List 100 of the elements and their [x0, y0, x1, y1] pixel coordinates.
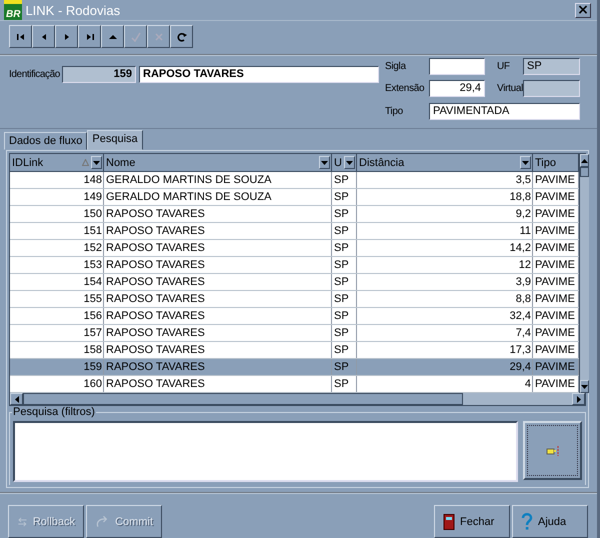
- scroll-thumb[interactable]: [23, 393, 463, 405]
- table-row[interactable]: 152 RAPOSO TAVARES SP 14,2 PAVIME: [10, 240, 579, 257]
- table-cell: PAVIME: [535, 242, 575, 254]
- dropdown-button[interactable]: [91, 156, 102, 169]
- table-cell: PAVIME: [535, 259, 575, 271]
- table-cell: PAVIME: [535, 378, 575, 390]
- tab[interactable]: Pesquisa: [87, 130, 143, 150]
- column-title: Nome: [106, 156, 136, 168]
- table-cell: 12: [518, 259, 531, 271]
- uf-field[interactable]: SP: [523, 58, 580, 75]
- field-label: Virtual: [496, 82, 523, 96]
- scroll-thumb[interactable]: [580, 167, 589, 177]
- close-button[interactable]: ×: [575, 2, 591, 18]
- table-cell: PAVIME: [535, 310, 575, 322]
- table-cell: RAPOSO TAVARES: [106, 242, 205, 254]
- table-cell: 149: [84, 191, 102, 203]
- vertical-scrollbar[interactable]: [579, 154, 589, 393]
- table-row[interactable]: 156 RAPOSO TAVARES SP 32,4 PAVIME: [10, 308, 579, 325]
- nav-button[interactable]: [78, 25, 101, 48]
- caret-icon: [522, 160, 529, 164]
- table-cell: 153: [84, 259, 102, 271]
- field-label: Identificação: [9, 68, 59, 80]
- table-row[interactable]: 159 RAPOSO TAVARES SP 29,4 PAVIME: [10, 359, 579, 376]
- field-label: Sigla: [385, 60, 407, 74]
- table-cell: SP: [334, 259, 349, 271]
- table-cell: 3,9: [516, 276, 531, 288]
- table-cell: RAPOSO TAVARES: [106, 344, 205, 356]
- field-label: Tipo: [385, 104, 404, 119]
- table-cell: RAPOSO TAVARES: [106, 378, 205, 390]
- action-button[interactable]: Fechar: [434, 505, 510, 538]
- virtual-field[interactable]: [523, 80, 580, 98]
- table-cell: RAPOSO TAVARES: [106, 259, 205, 271]
- table-cell: PAVIME: [535, 191, 575, 203]
- nav-button[interactable]: [170, 25, 193, 48]
- table-cell: SP: [334, 293, 349, 305]
- question-mark-icon: [521, 512, 533, 530]
- table-row[interactable]: 148 GERALDO MARTINS DE SOUZA SP 3,5 PAVIME: [10, 172, 579, 189]
- table-cell: SP: [334, 225, 349, 237]
- table-cell: PAVIME: [535, 174, 575, 186]
- door-icon: [443, 514, 455, 530]
- nav-button[interactable]: [9, 25, 32, 48]
- app-logo: BR: [4, 0, 22, 20]
- nav-button[interactable]: [32, 25, 55, 48]
- table-row[interactable]: 151 RAPOSO TAVARES SP 11 PAVIME: [10, 223, 579, 240]
- filter-text-area[interactable]: [13, 421, 518, 482]
- table-row[interactable]: 158 RAPOSO TAVARES SP 17,3 PAVIME: [10, 342, 579, 359]
- table-cell: RAPOSO TAVARES: [106, 293, 205, 305]
- dropdown-button[interactable]: [520, 156, 531, 169]
- table-cell: SP: [334, 378, 349, 390]
- table-cell: PAVIME: [535, 293, 575, 305]
- column-header[interactable]: Distância: [357, 154, 533, 171]
- extension-field[interactable]: 29,4: [429, 80, 485, 98]
- table-row[interactable]: 155 RAPOSO TAVARES SP 8,8 PAVIME: [10, 291, 579, 308]
- dropdown-button[interactable]: [319, 156, 330, 169]
- column-title: U: [334, 156, 342, 168]
- caret-icon: [93, 160, 100, 164]
- check-icon: [130, 30, 142, 42]
- table-cell: SP: [334, 174, 349, 186]
- table-cell: RAPOSO TAVARES: [106, 225, 205, 237]
- nav-button[interactable]: [101, 25, 124, 48]
- table-cell: 9,2: [516, 208, 531, 220]
- table-row[interactable]: 149 GERALDO MARTINS DE SOUZA SP 18,8 PAVIME: [10, 189, 579, 206]
- horizontal-scrollbar[interactable]: [9, 393, 586, 406]
- table-row[interactable]: 150 RAPOSO TAVARES SP 9,2 PAVIME: [10, 206, 579, 223]
- caret-icon: [346, 160, 353, 164]
- table-cell: 155: [84, 293, 102, 305]
- table-cell: 152: [84, 242, 102, 254]
- name-field[interactable]: RAPOSO TAVARES: [139, 66, 379, 83]
- table-cell: RAPOSO TAVARES: [106, 310, 205, 322]
- apply-filter-button[interactable]: [523, 421, 582, 480]
- type-field[interactable]: PAVIMENTADA: [429, 102, 580, 120]
- dropdown-button[interactable]: [344, 156, 355, 169]
- table-row[interactable]: 153 RAPOSO TAVARES SP 12 PAVIME: [10, 257, 579, 274]
- column-header[interactable]: Nome: [104, 154, 332, 171]
- column-header[interactable]: IDLink: [10, 154, 104, 171]
- table-cell: 157: [84, 327, 102, 339]
- sigla-field[interactable]: [429, 58, 485, 75]
- table-row[interactable]: 154 RAPOSO TAVARES SP 3,9 PAVIME: [10, 274, 579, 291]
- field-label: UF: [496, 60, 511, 74]
- tab[interactable]: Dados de fluxo: [4, 132, 88, 150]
- table-cell: PAVIME: [535, 208, 575, 220]
- table-cell: SP: [334, 310, 349, 322]
- table-cell: 154: [84, 276, 102, 288]
- table-cell: SP: [334, 208, 349, 220]
- table-cell: 7,4: [516, 327, 531, 339]
- scroll-up-icon: [581, 158, 588, 162]
- column-header[interactable]: U: [332, 154, 357, 171]
- scroll-right-icon: [576, 396, 580, 402]
- table-cell: PAVIME: [535, 276, 575, 288]
- id-field[interactable]: 159: [62, 66, 136, 83]
- table-cell: 148: [84, 174, 102, 186]
- table-cell: 4: [524, 378, 531, 390]
- undo-arrows-icon: [17, 514, 28, 528]
- table-cell: 160: [84, 378, 102, 390]
- nav-button[interactable]: [55, 25, 78, 48]
- action-button[interactable]: Ajuda: [512, 505, 588, 538]
- refresh-icon: [176, 30, 188, 42]
- table-row[interactable]: 157 RAPOSO TAVARES SP 7,4 PAVIME: [10, 325, 579, 342]
- table-cell: RAPOSO TAVARES: [106, 327, 205, 339]
- table-row[interactable]: 160 RAPOSO TAVARES SP 4 PAVIME: [10, 376, 579, 393]
